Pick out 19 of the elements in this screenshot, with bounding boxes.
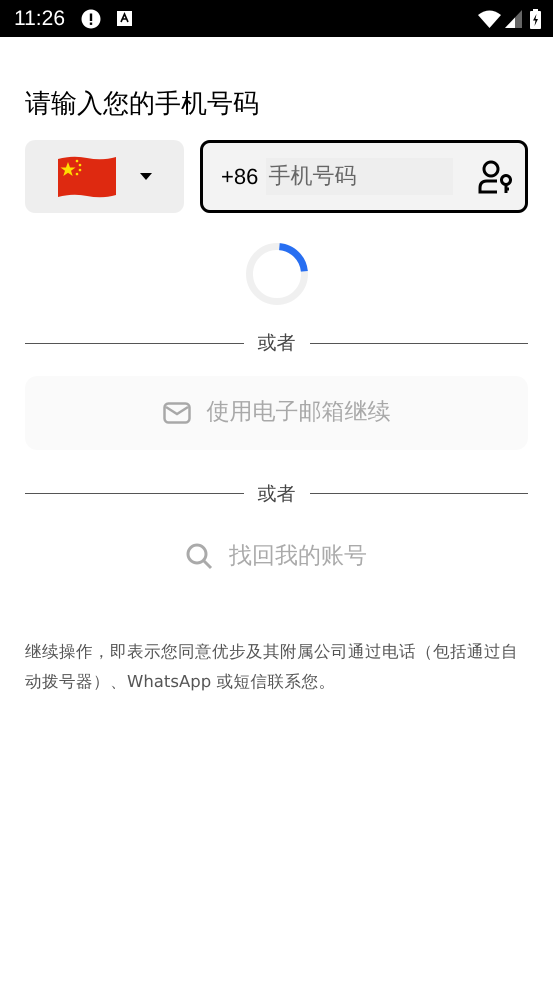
country-code: +86 (221, 163, 258, 192)
caret-icon (140, 173, 152, 180)
page-title: 请输入您的手机号码 (25, 89, 260, 120)
country-selector[interactable] (25, 140, 184, 214)
mail-icon (162, 402, 190, 424)
divider-label: 或者 (256, 331, 296, 356)
battery-icon (530, 8, 541, 28)
disclaimer-text: 继续操作，即表示您同意优步及其附属公司通过电话（包括通过自动拨号器）、WhatsApp 或短信联系您。 (25, 640, 519, 693)
wifi-icon (478, 10, 501, 28)
signal-icon (505, 10, 522, 28)
alert-icon (81, 8, 101, 28)
phone-field[interactable]: +86 手机号码 (200, 140, 528, 214)
clock: 11:26 (14, 6, 65, 32)
phone-number-input[interactable]: 手机号码 (266, 158, 453, 196)
keyboard-icon (117, 11, 132, 26)
contact-icon[interactable] (477, 160, 513, 194)
divider-label: 或者 (256, 482, 296, 507)
search-icon (186, 542, 213, 570)
flag-icon (58, 154, 116, 199)
